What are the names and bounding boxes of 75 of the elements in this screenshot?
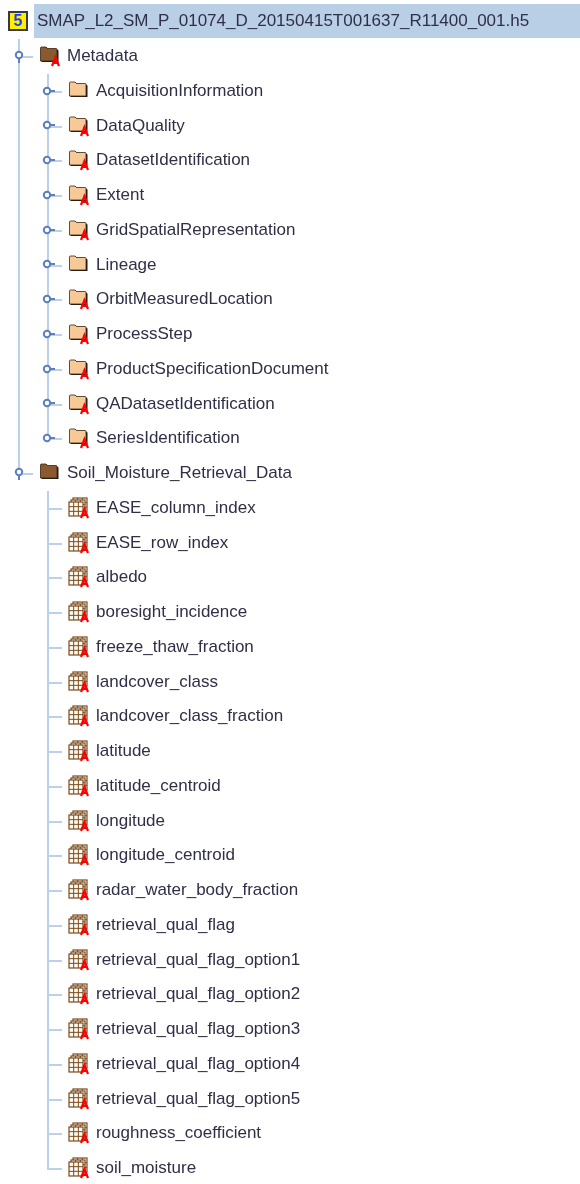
attribute-marker-icon <box>79 436 90 450</box>
tree-item[interactable]: DataQuality <box>96 108 187 143</box>
attribute-marker-icon <box>79 332 90 346</box>
tree-item[interactable]: landcover_class_fraction <box>96 699 286 734</box>
tree-item[interactable]: Metadata <box>67 39 140 74</box>
tree-item[interactable]: retrieval_qual_flag_option3 <box>96 1012 303 1047</box>
tree-item[interactable]: EASE_column_index <box>96 490 258 525</box>
tree-item[interactable]: AcquisitionInformation <box>96 73 266 108</box>
attribute-marker-icon <box>79 957 90 971</box>
tree-item[interactable]: retrieval_qual_flag_option2 <box>96 977 303 1012</box>
tree-item[interactable]: retrieval_qual_flag <box>96 907 237 942</box>
tree-item[interactable]: soil_moisture <box>96 1151 199 1184</box>
expand-toggle-icon[interactable] <box>42 362 55 376</box>
attribute-marker-icon <box>79 818 90 832</box>
tree-item[interactable]: DatasetIdentification <box>96 143 253 178</box>
expand-toggle-icon[interactable] <box>42 432 55 445</box>
attribute-marker-icon <box>79 749 90 763</box>
attribute-marker-icon <box>79 1061 90 1075</box>
attribute-marker-icon <box>79 853 90 867</box>
attribute-marker-icon <box>79 401 90 415</box>
attribute-marker-icon <box>79 992 90 1006</box>
collapse-toggle-icon[interactable] <box>13 49 26 63</box>
attribute-marker-icon <box>79 1096 90 1110</box>
tree-item[interactable]: boresight_incidence <box>96 595 250 630</box>
attribute-marker-icon <box>79 610 90 624</box>
attribute-marker-icon <box>79 679 90 693</box>
expand-toggle-icon[interactable] <box>42 327 55 341</box>
expand-toggle-icon[interactable] <box>42 154 55 167</box>
tree-item[interactable]: latitude_centroid <box>96 768 223 803</box>
attribute-marker-icon <box>79 922 90 936</box>
attribute-marker-icon <box>79 123 90 137</box>
attribute-marker-icon <box>79 575 90 589</box>
tree-item[interactable]: albedo <box>96 560 150 595</box>
tree-item[interactable]: retrieval_qual_flag_option5 <box>96 1081 303 1116</box>
tree-item[interactable]: ProcessStep <box>96 317 195 352</box>
attribute-marker-icon <box>79 1166 90 1180</box>
expand-toggle-icon[interactable] <box>42 223 55 237</box>
attribute-marker-icon <box>79 158 90 172</box>
attribute-marker-icon <box>79 540 90 554</box>
attribute-marker-icon <box>79 297 90 311</box>
attribute-marker-icon <box>79 366 90 380</box>
tree-item[interactable]: Extent <box>96 178 147 213</box>
attribute-marker-icon <box>50 54 61 68</box>
tree-item[interactable]: SMAP_L2_SM_P_01074_D_20150415T001637_R11400_001.h5 <box>34 4 580 39</box>
tree-item[interactable]: retrieval_qual_flag_option1 <box>96 942 303 977</box>
expand-toggle-icon[interactable] <box>42 293 55 306</box>
tree-item[interactable]: longitude <box>96 803 167 838</box>
tree-item[interactable]: Lineage <box>96 247 159 282</box>
tree-item[interactable]: radar_water_body_fraction <box>96 873 301 908</box>
attribute-marker-icon <box>79 783 90 797</box>
attribute-marker-icon <box>79 1027 90 1041</box>
tree-item[interactable]: freeze_thaw_fraction <box>96 629 256 664</box>
file-icon: 5 <box>8 11 28 32</box>
collapse-toggle-icon[interactable] <box>13 466 26 480</box>
attribute-marker-icon <box>79 888 90 902</box>
tree-item[interactable]: retrieval_qual_flag_option4 <box>96 1046 303 1081</box>
attribute-marker-icon <box>79 1131 90 1145</box>
expand-toggle-icon[interactable] <box>42 188 55 202</box>
tree-item[interactable]: EASE_row_index <box>96 525 231 560</box>
tree-item[interactable]: longitude_centroid <box>96 838 237 873</box>
tree-item[interactable]: OrbitMeasuredLocation <box>96 282 275 317</box>
attribute-marker-icon <box>79 193 90 207</box>
tree-item[interactable]: latitude <box>96 734 153 769</box>
tree-item[interactable]: SeriesIdentification <box>96 421 242 456</box>
attribute-marker-icon <box>79 505 90 519</box>
attribute-marker-icon <box>79 644 90 658</box>
tree-item[interactable]: roughness_coefficient <box>96 1116 264 1151</box>
expand-toggle-icon[interactable] <box>42 84 55 98</box>
tree-item[interactable]: ProductSpecificationDocument <box>96 351 331 386</box>
tree-item[interactable]: Soil_Moisture_Retrieval_Data <box>67 456 294 491</box>
attribute-marker-icon <box>79 227 90 241</box>
attribute-marker-icon <box>79 714 90 728</box>
tree-item[interactable]: landcover_class <box>96 664 220 699</box>
tree-item[interactable]: GridSpatialRepresentation <box>96 212 298 247</box>
tree-item[interactable]: QADatasetIdentification <box>96 386 277 421</box>
